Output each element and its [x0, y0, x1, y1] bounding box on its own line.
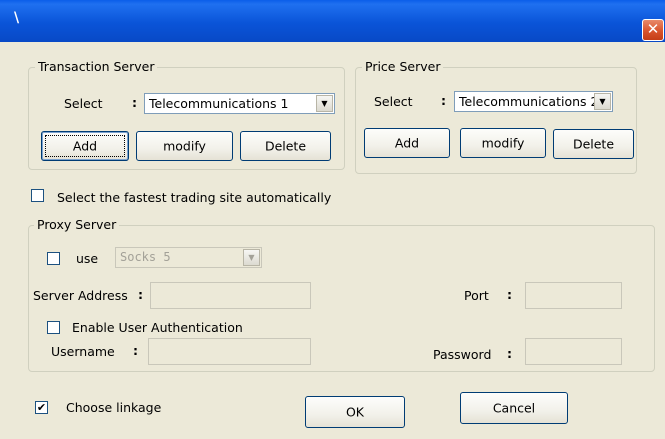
transaction-select-label: Select	[64, 96, 103, 111]
username-label: Username	[51, 344, 115, 359]
transaction-server-group: Transaction Server Select : Telecommunic…	[28, 59, 345, 170]
price-server-selected: Telecommunications 2	[459, 94, 599, 109]
price-server-group: Price Server Select : Telecommunications…	[355, 59, 637, 174]
chevron-down-icon[interactable]: ▼	[316, 95, 333, 112]
transaction-delete-button[interactable]: Delete	[240, 131, 331, 161]
fastest-site-label: Select the fastest trading site automati…	[57, 190, 332, 205]
proxy-type-select[interactable]: Socks 5 ▼	[115, 247, 262, 268]
choose-linkage-label: Choose linkage	[66, 400, 162, 415]
title-bar[interactable]: \ ✕	[0, 0, 665, 42]
transaction-server-legend: Transaction Server	[35, 59, 158, 74]
username-colon: :	[133, 343, 138, 358]
dialog-window: \ ✕ Transaction Server Select : Telecomm…	[0, 0, 665, 439]
fastest-site-checkbox[interactable]	[31, 189, 44, 202]
proxy-type-selected: Socks 5	[120, 250, 171, 264]
server-address-field[interactable]	[150, 282, 311, 309]
price-server-legend: Price Server	[362, 59, 444, 74]
password-field[interactable]	[525, 338, 622, 365]
chevron-down-icon[interactable]: ▼	[594, 93, 611, 110]
enable-auth-checkbox[interactable]	[47, 321, 60, 334]
transaction-server-select[interactable]: Telecommunications 1 ▼	[144, 93, 335, 114]
chevron-down-icon[interactable]: ▼	[243, 249, 260, 266]
dialog-body: Transaction Server Select : Telecommunic…	[0, 42, 665, 439]
price-select-label: Select	[374, 94, 413, 109]
port-colon: :	[507, 287, 512, 302]
price-modify-button[interactable]: modify	[460, 128, 546, 158]
price-add-button[interactable]: Add	[364, 128, 450, 158]
price-select-colon: :	[441, 93, 446, 108]
proxy-use-checkbox[interactable]	[47, 252, 60, 265]
close-icon: ✕	[646, 20, 660, 38]
port-label: Port	[464, 288, 489, 303]
server-address-label: Server Address	[33, 288, 128, 303]
cancel-button[interactable]: Cancel	[460, 392, 568, 424]
close-button[interactable]: ✕	[642, 19, 664, 41]
port-field[interactable]	[525, 282, 622, 309]
choose-linkage-checkbox[interactable]: ✔	[35, 401, 48, 414]
price-delete-button[interactable]: Delete	[553, 129, 634, 159]
server-address-colon: :	[138, 287, 143, 302]
username-field[interactable]	[148, 338, 311, 365]
proxy-server-legend: Proxy Server	[34, 217, 120, 232]
proxy-use-label: use	[76, 251, 99, 266]
password-label: Password	[433, 347, 492, 362]
password-colon: :	[507, 346, 512, 361]
window-title: \	[14, 10, 20, 26]
transaction-select-colon: :	[132, 95, 137, 110]
check-icon: ✔	[36, 401, 47, 414]
ok-button[interactable]: OK	[305, 396, 405, 428]
transaction-add-button[interactable]: Add	[41, 131, 129, 161]
enable-auth-label: Enable User Authentication	[72, 320, 243, 335]
price-server-select[interactable]: Telecommunications 2 ▼	[454, 91, 613, 112]
transaction-modify-button[interactable]: modify	[136, 131, 233, 161]
transaction-server-selected: Telecommunications 1	[149, 96, 289, 111]
